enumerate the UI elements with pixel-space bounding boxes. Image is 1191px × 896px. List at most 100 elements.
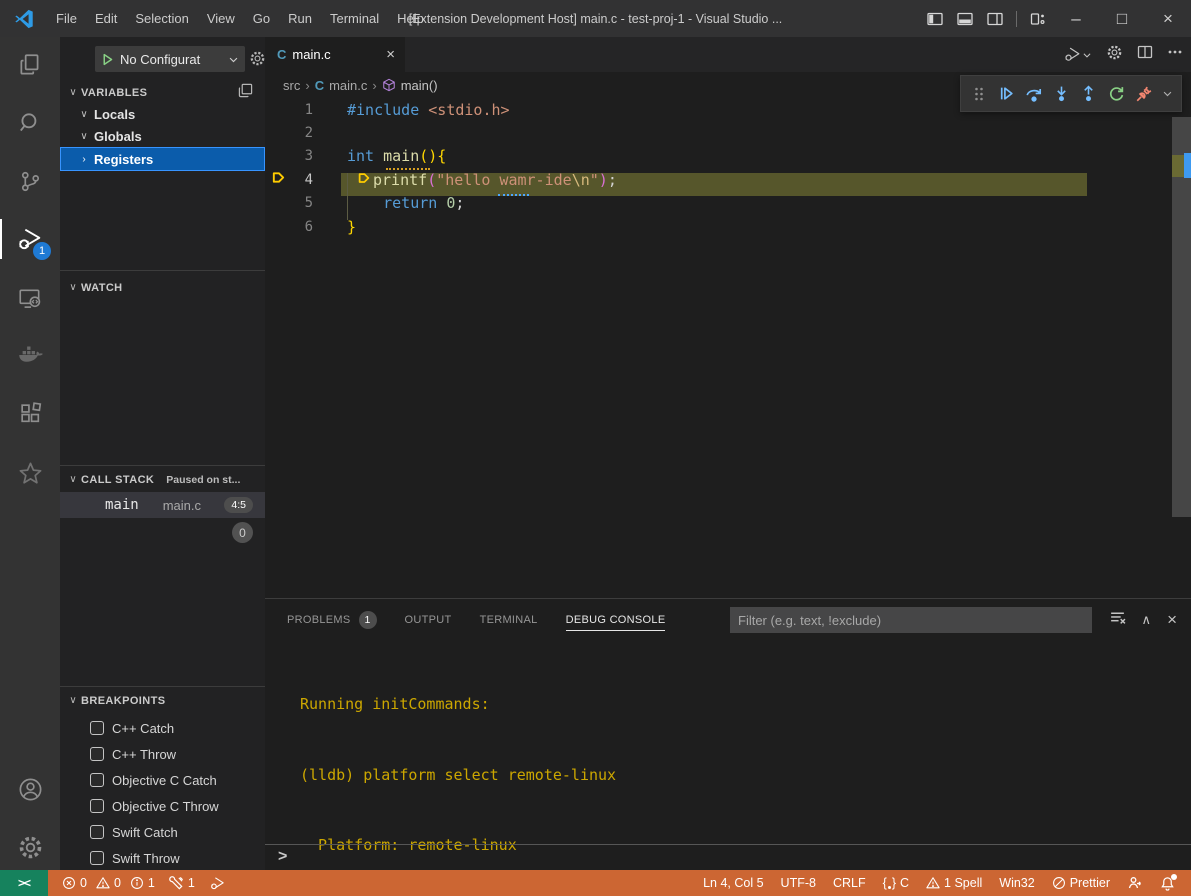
editor-settings-gear-icon[interactable] [1106,44,1123,66]
run-and-debug-icon[interactable]: 1 [0,215,60,263]
step-out-icon[interactable] [1079,81,1099,107]
tab-debug-console[interactable]: DEBUG CONSOLE [566,599,666,641]
code-line-5[interactable]: 5 return 0; [265,192,1191,215]
collapse-all-icon[interactable] [238,83,253,103]
code-line-6[interactable]: 6 } [265,215,1191,238]
debug-config-dropdown[interactable]: No Configurat [95,46,245,72]
customize-layout-icon[interactable] [1023,0,1053,37]
clear-console-icon[interactable] [1109,609,1126,631]
code-editor[interactable]: 1 #include <stdio.h> 2 3 int main(){ 4 [265,98,1191,598]
disconnect-icon[interactable] [1134,81,1154,107]
maximize-panel-icon[interactable]: ∧ [1142,612,1152,628]
variables-item-registers[interactable]: ›Registers [60,147,265,171]
docker-icon[interactable] [0,331,60,379]
eol-indicator[interactable]: CRLF [833,876,866,890]
checkbox[interactable] [90,799,104,813]
breakpoint-cpp-catch[interactable]: C++ Catch [60,716,265,740]
cursor-position[interactable]: Ln 4, Col 5 [703,876,763,890]
step-over-icon[interactable] [1024,81,1044,107]
inline-breakpoint-icon[interactable] [357,171,371,189]
tab-output[interactable]: OUTPUT [405,599,452,641]
breakpoint-cpp-throw[interactable]: C++ Throw [60,742,265,766]
minimize-button[interactable]: – [1053,0,1099,37]
debug-console-input[interactable]: > [265,844,1191,868]
split-editor-icon[interactable] [1137,44,1153,65]
menu-selection[interactable]: Selection [126,0,197,37]
close-button[interactable]: × [1145,0,1191,37]
chevron-expanded-icon: ∨ [65,282,81,293]
notifications-bell-icon[interactable] [1160,876,1175,891]
debug-status[interactable] [209,875,226,892]
tab-close-icon[interactable]: × [386,46,395,63]
run-or-debug-icon[interactable] [1063,45,1092,64]
more-actions-icon[interactable] [1167,44,1183,65]
variables-section-header[interactable]: ∨ VARIABLES [60,82,265,103]
spell-checker-status[interactable]: 1 Spell [926,876,982,890]
menu-run[interactable]: Run [279,0,321,37]
menu-go[interactable]: Go [244,0,279,37]
toggle-secondary-sidebar-icon[interactable] [980,0,1010,37]
stack-frame-row[interactable]: main main.c 4:5 [60,492,265,518]
tab-terminal[interactable]: TERMINAL [480,599,538,641]
tools-status[interactable]: 1 [169,876,195,891]
launch-settings-gear-icon[interactable] [249,50,265,72]
checkbox[interactable] [90,825,104,839]
remote-explorer-icon[interactable] [0,275,60,323]
paused-status-label: Paused on st... [166,474,240,486]
step-into-icon[interactable] [1051,81,1071,107]
explorer-icon[interactable] [0,41,60,89]
breadcrumb-symbol[interactable]: main() [401,78,438,93]
maximize-button[interactable]: □ [1099,0,1145,37]
breadcrumb-file[interactable]: main.c [329,78,367,93]
console-filter-input[interactable] [730,607,1092,633]
breakpoint-swift-throw[interactable]: Swift Throw [60,846,265,870]
spellcheck-squiggle [498,192,529,196]
continue-icon[interactable] [996,81,1016,107]
tab-problems[interactable]: PROBLEMS 1 [287,599,377,641]
account-icon[interactable] [0,765,60,813]
variables-item-globals[interactable]: ∨Globals [60,125,265,147]
debug-console-output[interactable]: Running initCommands: (lldb) platform se… [300,646,1171,814]
menu-view[interactable]: View [198,0,244,37]
menu-terminal[interactable]: Terminal [321,0,388,37]
feedback-icon[interactable] [1127,875,1143,891]
code-line-4-current[interactable]: 4 printf("hello wamr-ide\n"); [265,168,1191,191]
breakpoint-swift-catch[interactable]: Swift Catch [60,820,265,844]
checkbox[interactable] [90,773,104,787]
breakpoint-objc-throw[interactable]: Objective C Throw [60,794,265,818]
close-panel-icon[interactable]: × [1167,610,1177,630]
breadcrumb-folder[interactable]: src [283,78,300,93]
checkbox[interactable] [90,747,104,761]
formatter-status[interactable]: Prettier [1052,876,1110,890]
checkbox[interactable] [90,721,104,735]
tab-main-c[interactable]: C main.c × [265,37,405,72]
breakpoint-objc-catch[interactable]: Objective C Catch [60,768,265,792]
star-icon[interactable] [0,449,60,497]
breakpoints-section-header[interactable]: ∨ BREAKPOINTS [60,690,265,711]
source-control-icon[interactable] [0,157,60,205]
menu-file[interactable]: File [47,0,86,37]
toggle-sidebar-icon[interactable] [920,0,950,37]
variables-item-locals[interactable]: ∨Locals [60,103,265,125]
remote-indicator[interactable]: >< [0,870,48,896]
problems-status[interactable]: 0 0 1 [62,876,155,890]
call-stack-section-header[interactable]: ∨ CALL STACK Paused on st... [60,469,265,490]
settings-gear-icon[interactable] [0,823,60,871]
code-line-2[interactable]: 2 [265,121,1191,144]
checkbox[interactable] [90,851,104,865]
extensions-icon[interactable] [0,389,60,437]
platform-indicator[interactable]: Win32 [999,876,1034,890]
status-bar: >< 0 0 1 1 Ln 4, Col 5 UTF-8 CRLF {} C [0,870,1191,896]
code-line-3[interactable]: 3 int main(){ [265,145,1191,168]
language-mode[interactable]: {} C [883,876,909,890]
restart-icon[interactable] [1106,81,1126,107]
search-icon[interactable] [0,99,60,147]
debug-stackframe-icon[interactable] [265,170,291,189]
encoding-indicator[interactable]: UTF-8 [781,876,816,890]
menu-edit[interactable]: Edit [86,0,126,37]
toggle-panel-icon[interactable] [950,0,980,37]
chevron-expanded-icon: ∨ [65,695,81,706]
toolbar-drag-grip[interactable] [969,81,989,107]
watch-section-header[interactable]: ∨ WATCH [60,277,265,298]
chevron-down-icon[interactable] [1161,81,1173,107]
